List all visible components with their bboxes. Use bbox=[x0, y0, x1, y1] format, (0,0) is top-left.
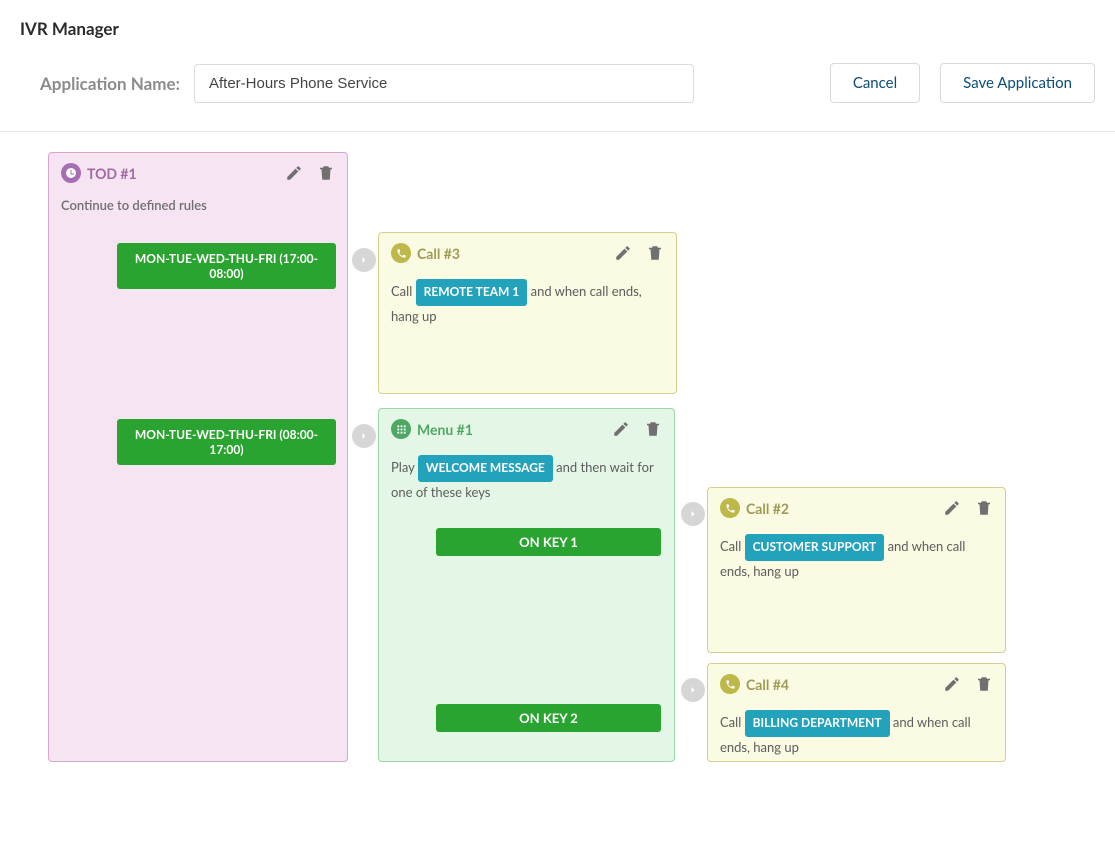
tod-rule[interactable]: MON-TUE-WED-THU-FRI (08:00-17:00) bbox=[117, 419, 336, 465]
phone-icon bbox=[720, 498, 740, 518]
edit-icon[interactable] bbox=[943, 499, 961, 517]
menu-key[interactable]: ON KEY 2 bbox=[436, 704, 661, 732]
call-target-tag[interactable]: BILLING DEPARTMENT bbox=[745, 710, 890, 737]
node-title: Menu #1 bbox=[417, 421, 473, 438]
node-title: Call #3 bbox=[417, 245, 460, 262]
node-tod-1[interactable]: TOD #1 Continue to defined rules MON-TUE… bbox=[48, 152, 348, 762]
node-call-3[interactable]: Call #3 Call REMOTE TEAM 1 and when call… bbox=[378, 232, 677, 394]
page-title: IVR Manager bbox=[0, 0, 1115, 55]
arrow-right-icon bbox=[352, 248, 376, 272]
menu-prompt-tag[interactable]: WELCOME MESSAGE bbox=[418, 455, 553, 482]
menu-prefix: Play bbox=[391, 459, 415, 475]
app-name-label: Application Name: bbox=[40, 73, 180, 94]
ivr-canvas: TOD #1 Continue to defined rules MON-TUE… bbox=[48, 152, 1115, 762]
clock-icon bbox=[61, 163, 81, 183]
call-target-tag[interactable]: REMOTE TEAM 1 bbox=[416, 279, 528, 306]
menu-key[interactable]: ON KEY 1 bbox=[436, 528, 661, 556]
call-target-tag[interactable]: CUSTOMER SUPPORT bbox=[745, 534, 885, 561]
node-title: Call #2 bbox=[746, 500, 789, 517]
edit-icon[interactable] bbox=[614, 244, 632, 262]
trash-icon[interactable] bbox=[317, 164, 335, 182]
call-prefix: Call bbox=[720, 714, 741, 730]
tod-rule[interactable]: MON-TUE-WED-THU-FRI (17:00-08:00) bbox=[117, 243, 336, 289]
edit-icon[interactable] bbox=[285, 164, 303, 182]
trash-icon[interactable] bbox=[644, 420, 662, 438]
trash-icon[interactable] bbox=[975, 499, 993, 517]
tod-rules-hint: Continue to defined rules bbox=[49, 193, 347, 227]
node-call-2[interactable]: Call #2 Call CUSTOMER SUPPORT and when c… bbox=[707, 487, 1006, 653]
trash-icon[interactable] bbox=[975, 675, 993, 693]
app-name-input[interactable] bbox=[194, 64, 694, 103]
node-menu-1[interactable]: Menu #1 Play WELCOME MESSAGE and then wa… bbox=[378, 408, 675, 762]
trash-icon[interactable] bbox=[646, 244, 664, 262]
node-call-4[interactable]: Call #4 Call BILLING DEPARTMENT and when… bbox=[707, 663, 1006, 762]
arrow-right-icon bbox=[681, 502, 705, 526]
node-title: Call #4 bbox=[746, 676, 789, 693]
arrow-right-icon bbox=[352, 424, 376, 448]
arrow-right-icon bbox=[681, 678, 705, 702]
save-application-button[interactable]: Save Application bbox=[940, 63, 1095, 103]
edit-icon[interactable] bbox=[612, 420, 630, 438]
grid-icon bbox=[391, 419, 411, 439]
call-prefix: Call bbox=[391, 283, 412, 299]
phone-icon bbox=[720, 674, 740, 694]
phone-icon bbox=[391, 243, 411, 263]
cancel-button[interactable]: Cancel bbox=[830, 63, 920, 103]
call-prefix: Call bbox=[720, 538, 741, 554]
node-title: TOD #1 bbox=[87, 165, 137, 182]
edit-icon[interactable] bbox=[943, 675, 961, 693]
